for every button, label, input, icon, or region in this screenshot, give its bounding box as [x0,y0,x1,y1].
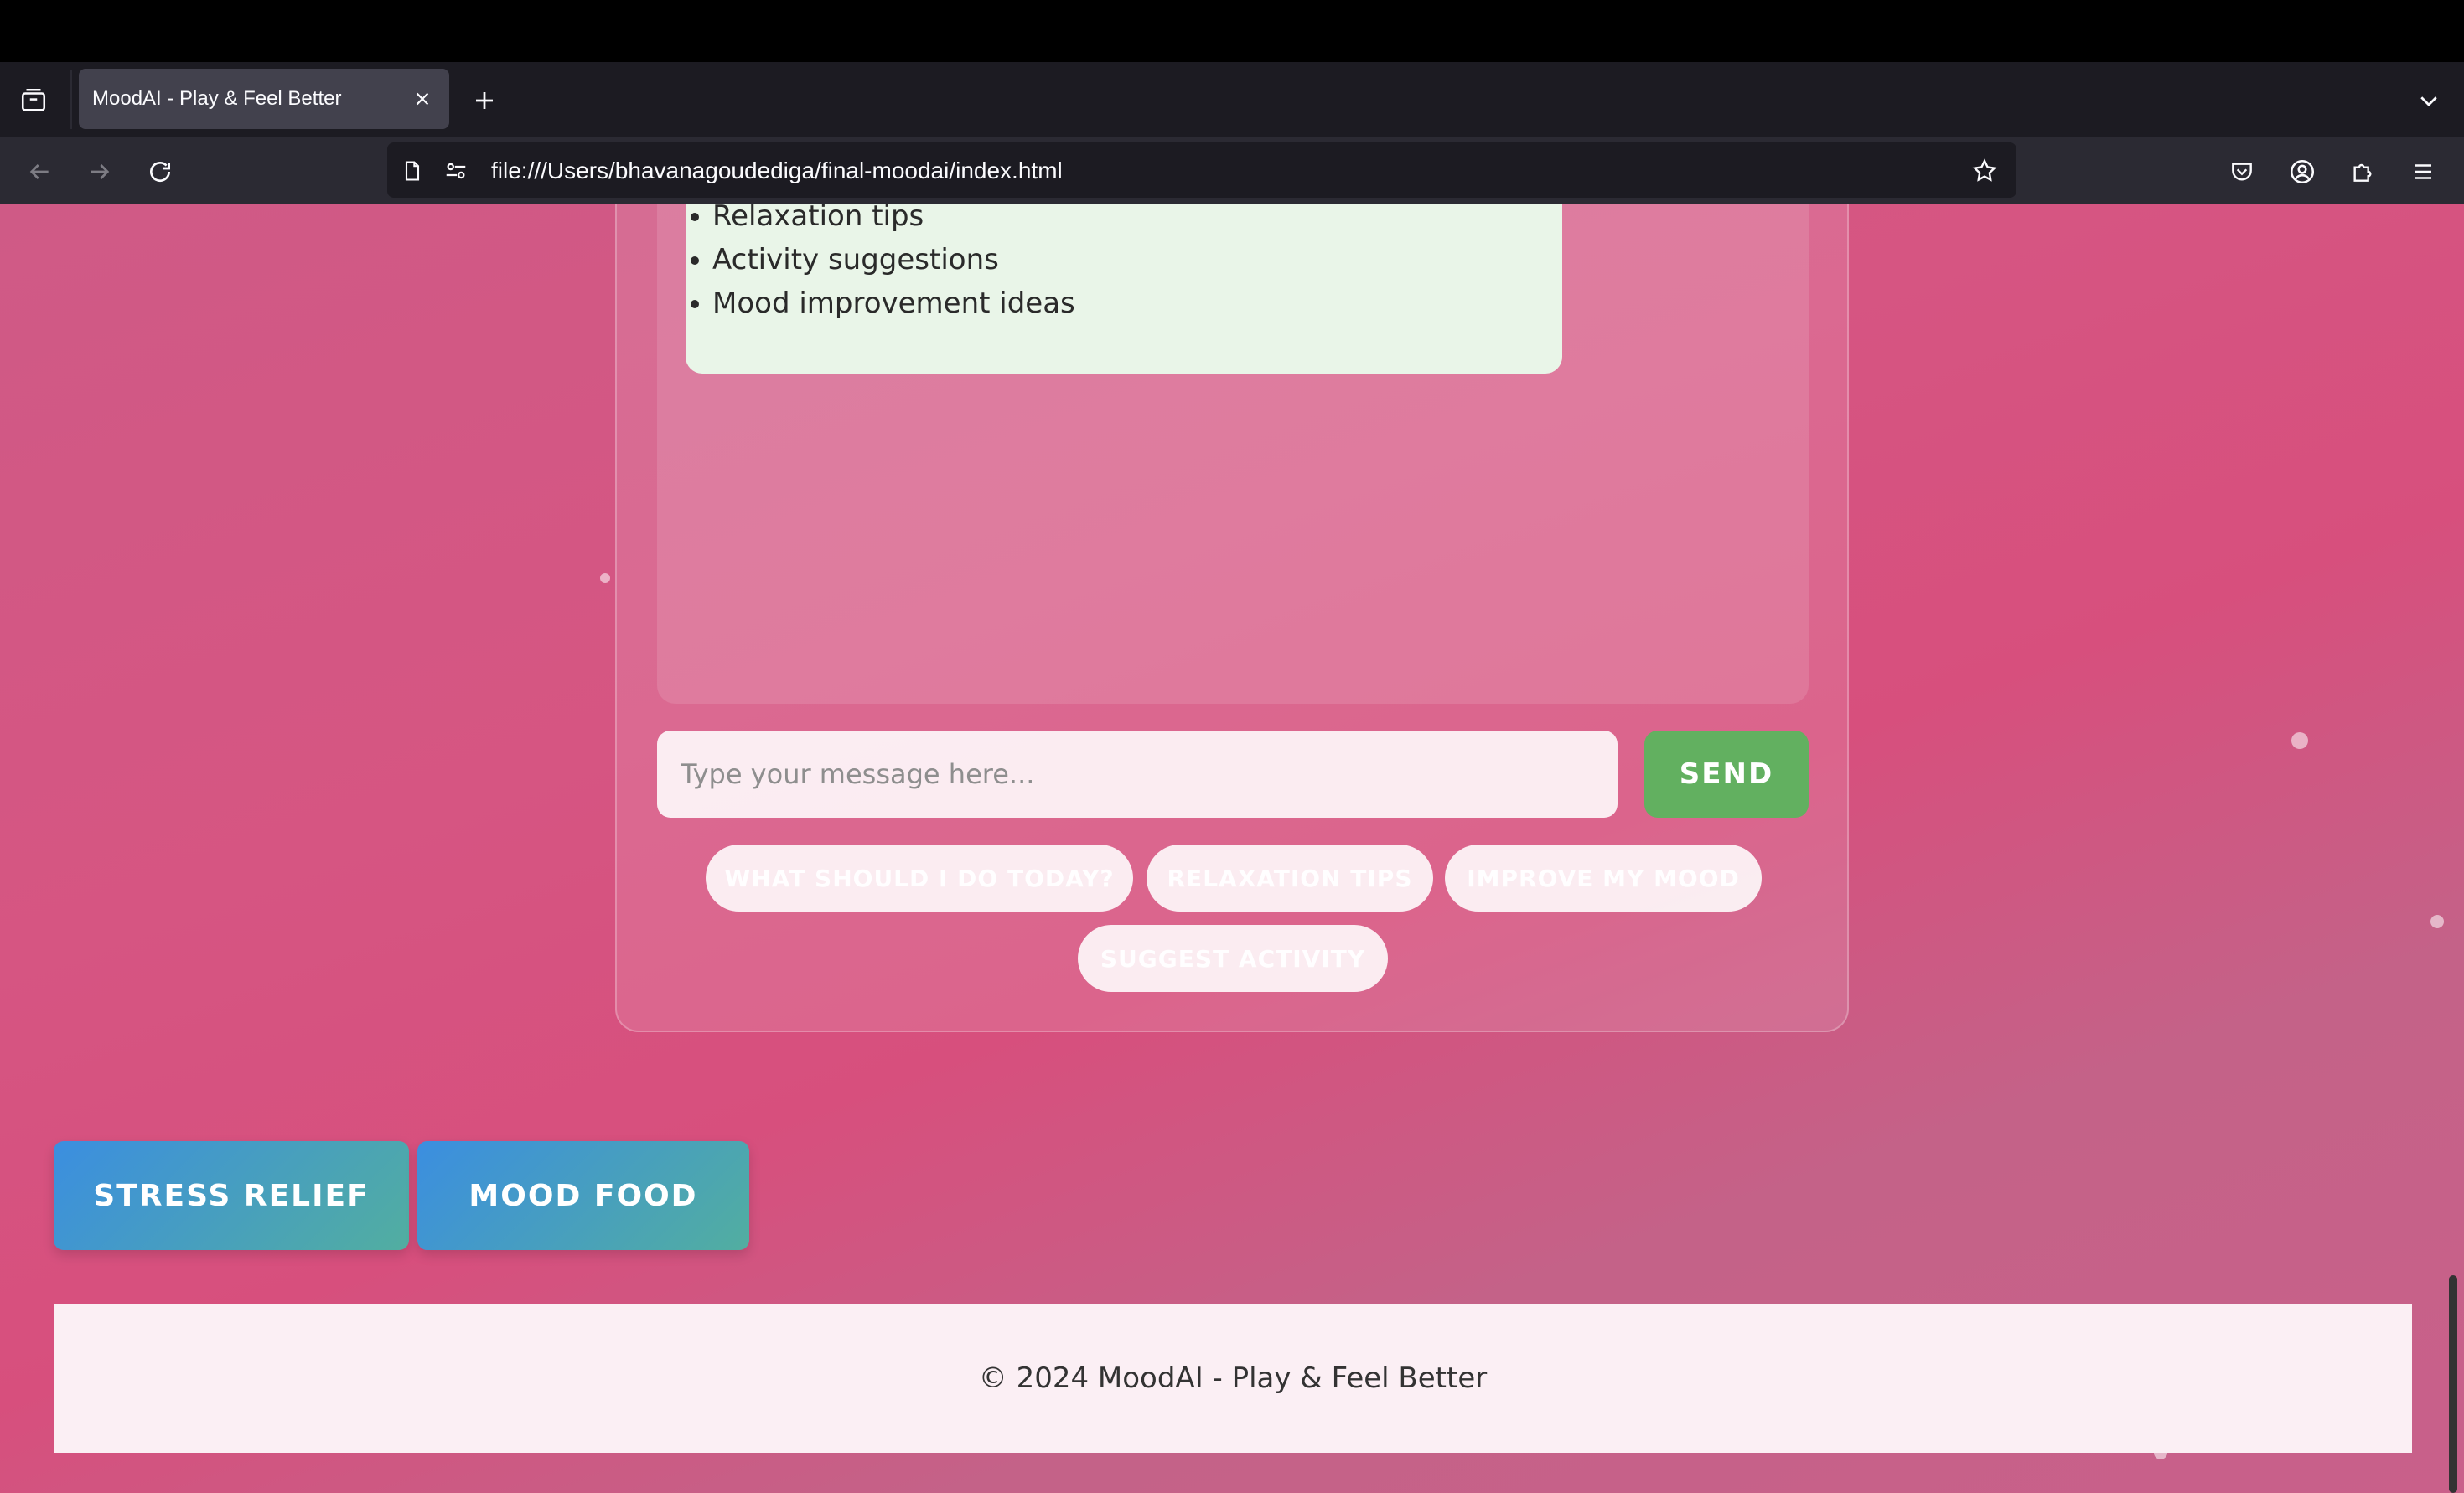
tab-title: MoodAI - Play & Feel Better [92,87,342,110]
decorative-particle [2430,915,2444,928]
stress-relief-button[interactable]: STRESS RELIEF [54,1141,409,1250]
page-icon [397,156,427,186]
plus-icon [476,92,493,109]
page-scrollbar[interactable] [2449,1275,2457,1493]
pocket-button[interactable] [2223,152,2261,191]
send-button[interactable]: SEND [1644,731,1809,818]
site-permissions-icon[interactable] [441,156,471,186]
back-button[interactable] [20,152,59,191]
page-footer: © 2024 MoodAI - Play & Feel Better [54,1304,2412,1453]
list-all-tabs-button[interactable] [2410,82,2447,119]
app-menu-button[interactable] [2404,152,2442,191]
bookmark-star-icon[interactable] [1970,156,2000,186]
chevron-down-icon [2420,96,2437,106]
mood-food-button[interactable]: MOOD FOOD [417,1141,749,1250]
account-button[interactable] [2283,152,2322,191]
quick-reply-what-should-i-do-today[interactable]: WHAT SHOULD I DO TODAY? [706,845,1133,912]
navigation-toolbar: file:///Users/bhavanagoudediga/final-moo… [0,137,2464,204]
chat-messages-area[interactable]: Relaxation tips Activity suggestions Moo… [657,204,1809,704]
quick-reply-improve-my-mood[interactable]: IMPROVE MY MOOD [1445,845,1762,912]
tab-overview-button[interactable] [15,82,52,119]
footer-copyright: © 2024 MoodAI - Play & Feel Better [978,1361,1488,1395]
list-item: Mood improvement ideas [686,282,1075,325]
bot-message-bubble: Relaxation tips Activity suggestions Moo… [686,204,1562,374]
close-icon [416,92,429,106]
url-text: file:///Users/bhavanagoudediga/final-moo… [491,158,1063,183]
url-bar[interactable]: file:///Users/bhavanagoudediga/final-moo… [387,142,2016,198]
tab-active[interactable]: MoodAI - Play & Feel Better [79,69,449,129]
list-item: Activity suggestions [686,238,1075,282]
reload-button[interactable] [141,152,179,191]
account-icon [2290,159,2315,184]
extensions-button[interactable] [2343,152,2382,191]
reload-icon [150,162,170,182]
forward-button[interactable] [80,152,119,191]
window-top-bar [0,0,2464,62]
chat-container: Relaxation tips Activity suggestions Moo… [615,204,1849,1032]
quick-reply-relaxation-tips[interactable]: RELAXATION TIPS [1147,845,1433,912]
arrow-left-icon [29,164,49,179]
quick-reply-suggest-activity[interactable]: SUGGEST ACTIVITY [1078,925,1388,992]
tab-separator [70,70,72,129]
decorative-particle [600,573,610,583]
page-content: Relaxation tips Activity suggestions Moo… [0,204,2464,1493]
decorative-particle [2291,732,2308,749]
new-tab-button[interactable] [466,82,503,119]
message-input[interactable] [657,731,1618,818]
tab-list-icon [21,88,46,111]
list-item: Relaxation tips [686,204,1075,238]
pocket-icon [2232,163,2252,181]
tab-close-button[interactable] [406,82,439,116]
hamburger-menu-icon [2415,164,2431,179]
puzzle-icon [2353,163,2372,182]
tab-strip: MoodAI - Play & Feel Better [0,62,2464,137]
bot-message-list: Relaxation tips Activity suggestions Moo… [686,204,1075,325]
arrow-right-icon [91,164,110,179]
